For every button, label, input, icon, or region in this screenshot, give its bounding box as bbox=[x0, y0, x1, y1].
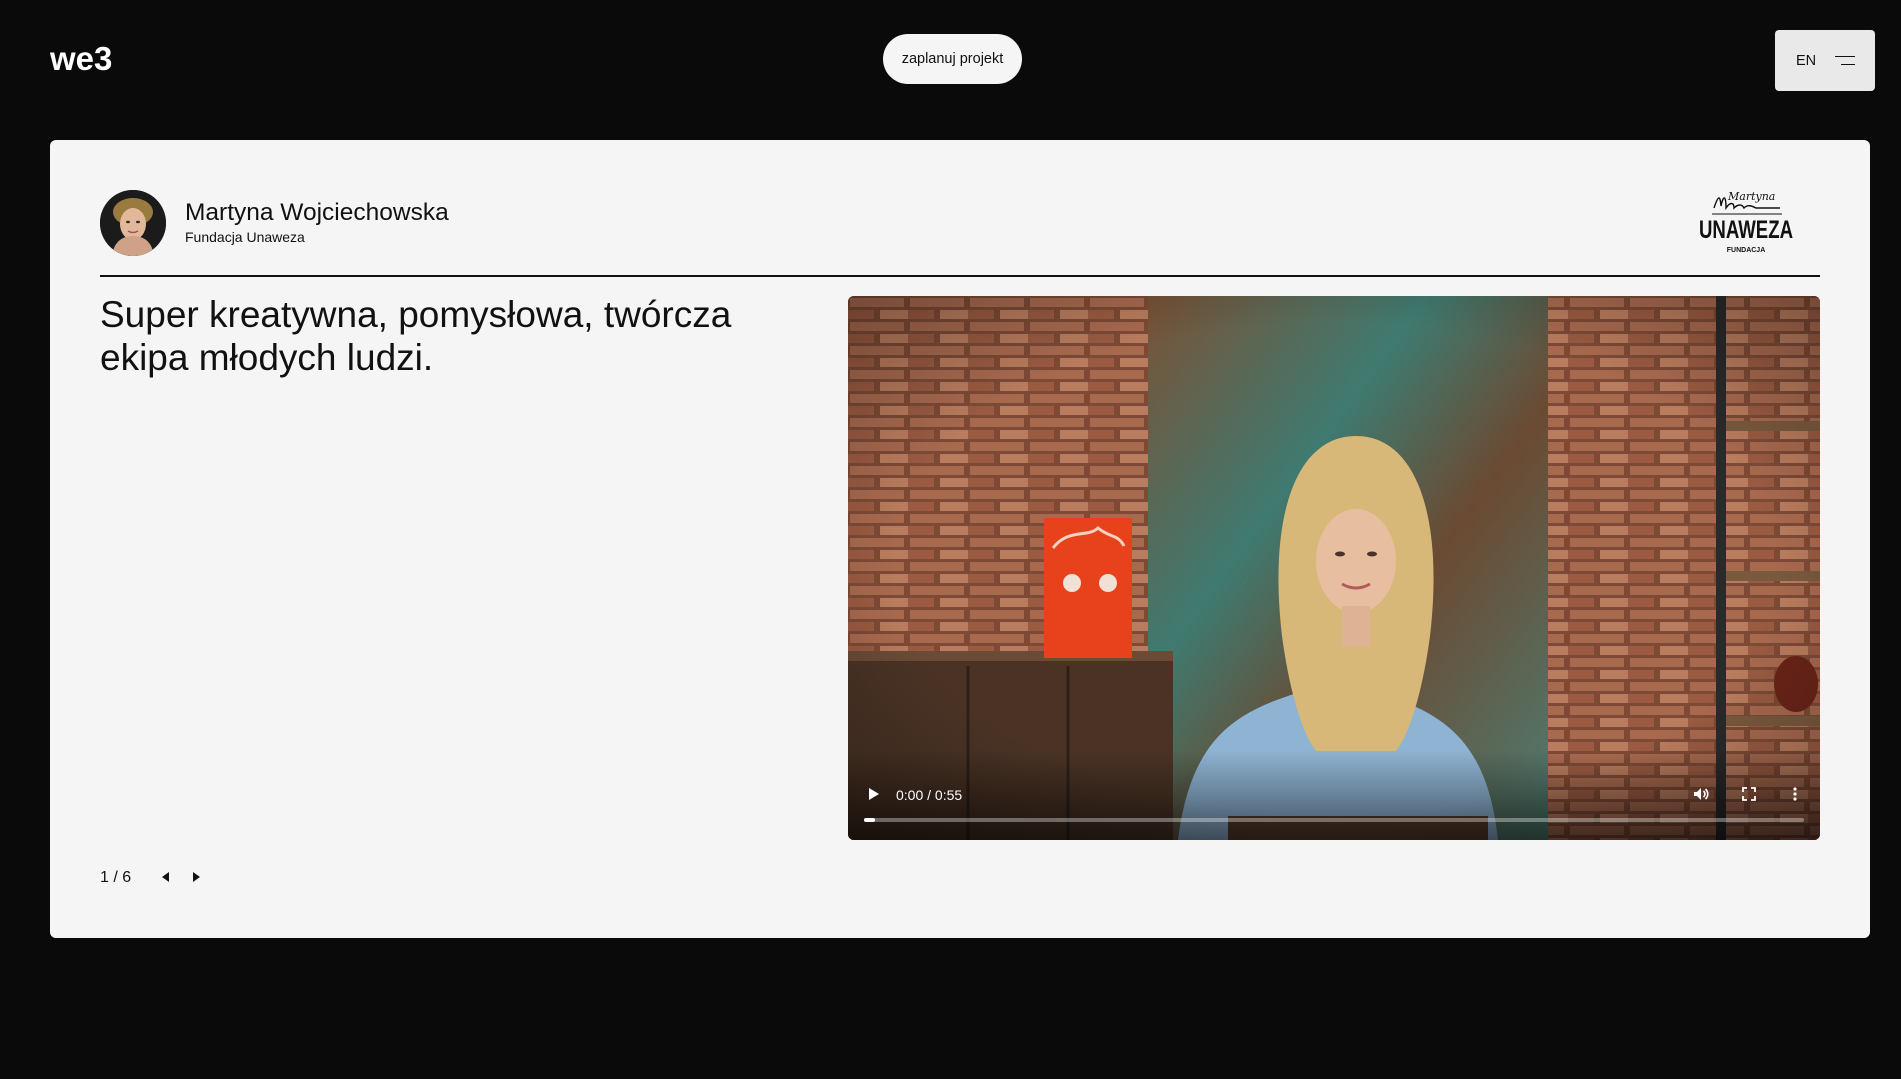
more-vertical-icon[interactable] bbox=[1784, 783, 1806, 805]
pagination-counter: 1 / 6 bbox=[100, 869, 132, 886]
org-logo-wordmark: UNAWEZA bbox=[1699, 216, 1793, 244]
video-controls: 0:00 / 0:55 bbox=[848, 750, 1820, 840]
we3-logo[interactable]: we3 bbox=[50, 42, 140, 86]
org-logo-signature: Martyna bbox=[1727, 190, 1775, 203]
video-time: 0:00 / 0:55 bbox=[896, 787, 963, 803]
fullscreen-icon[interactable] bbox=[1738, 783, 1760, 805]
language-label: EN bbox=[1796, 52, 1817, 69]
next-arrow-icon[interactable] bbox=[188, 868, 204, 886]
unaweza-foundation-logo: Martyna UNAWEZA FUNDACJA bbox=[1690, 186, 1802, 258]
testimonial-quote: Super kreatywna, pomysłowa, twórcza ekip… bbox=[100, 294, 732, 378]
volume-icon[interactable] bbox=[1690, 783, 1712, 805]
play-icon[interactable] bbox=[862, 783, 884, 805]
logo-text: we3 bbox=[50, 42, 112, 77]
language-menu-button[interactable]: EN bbox=[1775, 30, 1875, 91]
person-name: Martyna Wojciechowska bbox=[185, 199, 449, 226]
hamburger-icon bbox=[1835, 55, 1855, 67]
person-organization: Fundacja Unaweza bbox=[185, 229, 305, 245]
video-progress-fill bbox=[864, 818, 876, 822]
avatar bbox=[100, 190, 166, 256]
testimonial-card: Martyna Wojciechowska Fundacja Unaweza M… bbox=[50, 140, 1870, 938]
header-divider bbox=[100, 275, 1820, 277]
video-player[interactable]: 0:00 / 0:55 bbox=[848, 296, 1820, 840]
video-progress-bar[interactable] bbox=[864, 818, 1804, 822]
plan-project-button[interactable]: zaplanuj projekt bbox=[883, 34, 1022, 84]
org-logo-sub: FUNDACJA bbox=[1727, 247, 1766, 254]
previous-arrow-icon[interactable] bbox=[158, 868, 174, 886]
